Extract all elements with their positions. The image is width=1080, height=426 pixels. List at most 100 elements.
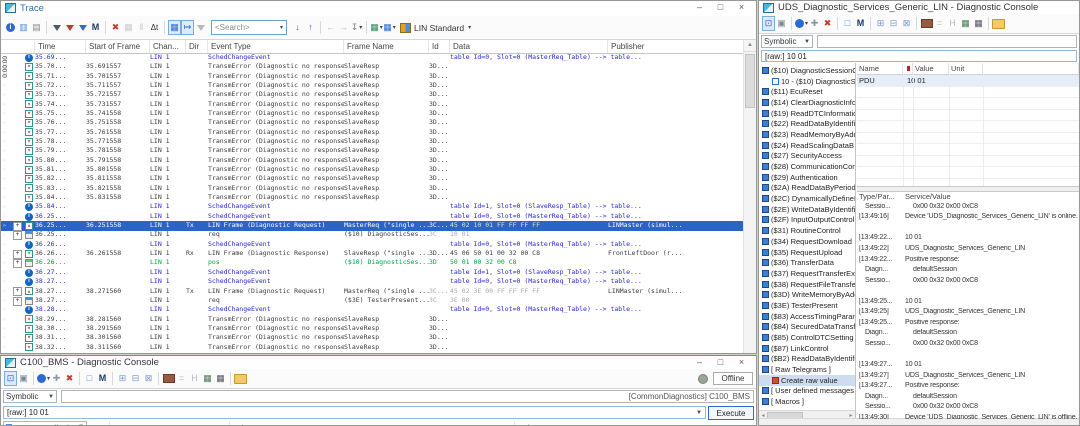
qualifier-field[interactable] bbox=[817, 35, 1077, 48]
search-next-icon[interactable]: ↓ bbox=[291, 20, 304, 35]
filter-icon[interactable] bbox=[50, 20, 63, 35]
mode-select[interactable]: Symbolic▼ bbox=[761, 35, 813, 48]
raw-request-input[interactable]: [raw:] 10 01 ▼ bbox=[3, 406, 706, 419]
scroll-thumb[interactable] bbox=[745, 54, 755, 108]
expand-icon[interactable]: + bbox=[13, 297, 22, 306]
tree-item[interactable]: ($38) RequestFileTransfe bbox=[759, 279, 855, 290]
tree-item[interactable]: ($22) ReadDataByIdentifi bbox=[759, 118, 855, 129]
tree-item[interactable]: ($87) LinkControl bbox=[759, 343, 855, 354]
configure-icon[interactable]: ✚ bbox=[50, 371, 63, 386]
view-grid-icon[interactable]: ▦ bbox=[201, 371, 214, 386]
expand-icon[interactable]: + bbox=[13, 231, 22, 240]
trace-row[interactable]: ▹▾38.29...38.281560LIN 1TransmError (Dia… bbox=[1, 315, 744, 324]
tree-item[interactable]: ($85) ControlDTCSetting bbox=[759, 332, 855, 343]
tree-item[interactable]: ($83) AccessTimingParam bbox=[759, 311, 855, 322]
trace-row[interactable]: ▹▾35.83...35.821558LIN 1TransmError (Dia… bbox=[1, 184, 744, 193]
find-icon[interactable]: M bbox=[96, 371, 109, 386]
param-col-value[interactable]: Value bbox=[913, 63, 949, 74]
execute-button[interactable]: Execute bbox=[708, 406, 754, 420]
info-icon[interactable]: i bbox=[4, 20, 17, 35]
col-time[interactable]: Time bbox=[35, 40, 86, 53]
columns-icon[interactable]: ▤ bbox=[30, 20, 43, 35]
delete-all-icon[interactable]: ✖ bbox=[63, 371, 76, 386]
bms-titlebar[interactable]: C100_BMS - Diagnostic Console – □ × bbox=[1, 356, 756, 369]
log-row[interactable]: [13:49:22]UDS_Diagnostic_Services_Generi… bbox=[857, 243, 1079, 254]
analysis-profile-dropdown[interactable]: LIN Standard▾ bbox=[400, 23, 471, 33]
step-icon[interactable]: H bbox=[946, 16, 959, 31]
param-col-name[interactable]: Name bbox=[857, 63, 903, 74]
log-row[interactable]: Sessio...0x00 0x32 0x00 0xC8 bbox=[857, 401, 1079, 412]
trace-row[interactable]: ▹i35.84...LIN 1SchedChangeEventtable Id=… bbox=[1, 203, 744, 212]
trace-row[interactable]: ▹i38.27...LIN 1SchedChangeEventtable Id=… bbox=[1, 277, 744, 286]
ecu-icon[interactable] bbox=[162, 371, 175, 386]
trace-row[interactable]: ▹▾35.84...35.831558LIN 1TransmError (Dia… bbox=[1, 193, 744, 202]
tree-item[interactable]: ($29) Authentication bbox=[759, 172, 855, 183]
logging-icon[interactable]: ▦▾ bbox=[370, 20, 383, 35]
log-row[interactable]: [13:49:25...Positive response: bbox=[857, 317, 1079, 328]
log-row[interactable]: [13:49:27]UDS_Diagnostic_Services_Generi… bbox=[857, 370, 1079, 381]
trace-row[interactable]: ▹▾35.72...35.711557LIN 1TransmError (Dia… bbox=[1, 81, 744, 90]
history-select[interactable]: 22:07:58 CellVoltag... ▼ bbox=[3, 421, 87, 426]
trace-row[interactable]: ▹▾35.73...35.721557LIN 1TransmError (Dia… bbox=[1, 90, 744, 99]
tree-item[interactable]: ($28) CommunicationCon bbox=[759, 161, 855, 172]
minimize-button[interactable]: – bbox=[689, 2, 710, 14]
detach-icon[interactable]: ⊡ bbox=[4, 371, 17, 386]
pause-icon[interactable]: ‖ bbox=[135, 20, 148, 35]
trace-row[interactable]: ▹+36.25...LIN 1req($10) DiagnosticSes...… bbox=[1, 231, 744, 240]
trace-titlebar[interactable]: Trace – □ × bbox=[1, 1, 756, 15]
trace-row[interactable]: ▹▾38.30...38.291560LIN 1TransmError (Dia… bbox=[1, 324, 744, 333]
col-id[interactable]: Id bbox=[429, 40, 450, 53]
log-row[interactable] bbox=[857, 285, 1079, 296]
log-row[interactable]: [13:49:27...Positive response: bbox=[857, 380, 1079, 391]
chevron-down-icon[interactable]: ▼ bbox=[696, 410, 702, 416]
delta-time-icon[interactable]: Δt bbox=[148, 20, 161, 35]
tree-item[interactable]: ($35) RequestUpload bbox=[759, 247, 855, 258]
log-row[interactable] bbox=[857, 222, 1079, 233]
filter-sort-icon[interactable] bbox=[76, 20, 89, 35]
tree-item[interactable]: ($3E) TesterPresent bbox=[759, 300, 855, 311]
folder-icon[interactable] bbox=[992, 16, 1005, 31]
log-row[interactable]: Diagn...defaultSession bbox=[857, 391, 1079, 402]
col-data[interactable]: Data bbox=[450, 40, 608, 53]
folder-icon[interactable] bbox=[234, 371, 247, 386]
col-dir[interactable]: Dir bbox=[186, 40, 208, 53]
tree-item[interactable]: ($27) SecurityAccess bbox=[759, 151, 855, 162]
tree-item[interactable]: ($11) EcuReset bbox=[759, 86, 855, 97]
response-negative-icon[interactable]: ⊟ bbox=[887, 16, 900, 31]
parameter-table-header[interactable]: Name Value Unit bbox=[857, 63, 1079, 75]
find-icon[interactable]: M bbox=[854, 16, 867, 31]
trace-row[interactable]: ▹▾35.75...35.741558LIN 1TransmError (Dia… bbox=[1, 109, 744, 118]
tree-item[interactable]: ($14) ClearDiagnosticInfo bbox=[759, 97, 855, 108]
tree-item[interactable]: ($37) RequestTransferExi bbox=[759, 268, 855, 279]
tree-item[interactable]: 10 - ($10) DiagnosticS bbox=[759, 76, 855, 87]
log-row[interactable]: [13:49:30]Device 'UDS_Diagnostic_Service… bbox=[857, 412, 1079, 419]
log-row[interactable]: Sessio...0x00 0x32 0x00 0xC8 bbox=[857, 201, 1079, 212]
tree-item[interactable]: ($34) RequestDownload bbox=[759, 236, 855, 247]
qualifier-field[interactable]: [CommonDiagnostics] C100_BMS bbox=[61, 390, 754, 403]
log-row[interactable]: [13:49:27...10 01 bbox=[857, 359, 1079, 370]
suspend-icon[interactable]: = bbox=[933, 16, 946, 31]
trace-row[interactable]: ▹+38.27...LIN 1req($3E) TesterPresent...… bbox=[1, 296, 744, 305]
view-grid-icon[interactable]: ▦ bbox=[959, 16, 972, 31]
tree-item[interactable]: ($10) DiagnosticSessionC bbox=[759, 65, 855, 76]
nav-forward-icon[interactable]: → bbox=[337, 20, 350, 35]
log-row[interactable]: [13:49:16]Device 'UDS_Diagnostic_Service… bbox=[857, 212, 1079, 223]
tree-item[interactable]: ($19) ReadDTCInformatio bbox=[759, 108, 855, 119]
close-button[interactable]: × bbox=[731, 2, 752, 14]
trace-row[interactable]: ▹i36.27...LIN 1SchedChangeEventtable Id=… bbox=[1, 268, 744, 277]
col-publisher[interactable]: Publisher bbox=[608, 40, 744, 53]
view-table-icon[interactable]: ▦ bbox=[972, 16, 985, 31]
trace-row[interactable]: ▹▾35.81...35.801558LIN 1TransmError (Dia… bbox=[1, 165, 744, 174]
freeze-icon[interactable]: ▦ bbox=[122, 20, 135, 35]
logging-menu-icon[interactable]: ▦▾ bbox=[383, 20, 396, 35]
statistics-icon[interactable]: ▥ bbox=[17, 20, 30, 35]
raw-request-input[interactable]: [raw:] 10 01 bbox=[761, 50, 1077, 62]
tree-item[interactable]: ($B2) ReadDataByIdentifi bbox=[759, 354, 855, 365]
tree-item[interactable]: ($2C) DynamicallyDefineD bbox=[759, 193, 855, 204]
copy-icon[interactable]: ▣ bbox=[775, 16, 788, 31]
window-icon[interactable]: □ bbox=[83, 371, 96, 386]
tree-item[interactable]: ($3D) WriteMemoryByAdd bbox=[759, 289, 855, 300]
col-frame-name[interactable]: Frame Name bbox=[344, 40, 429, 53]
ecu-icon[interactable] bbox=[920, 16, 933, 31]
trace-row[interactable]: ▹▾35.82...35.811558LIN 1TransmError (Dia… bbox=[1, 174, 744, 183]
